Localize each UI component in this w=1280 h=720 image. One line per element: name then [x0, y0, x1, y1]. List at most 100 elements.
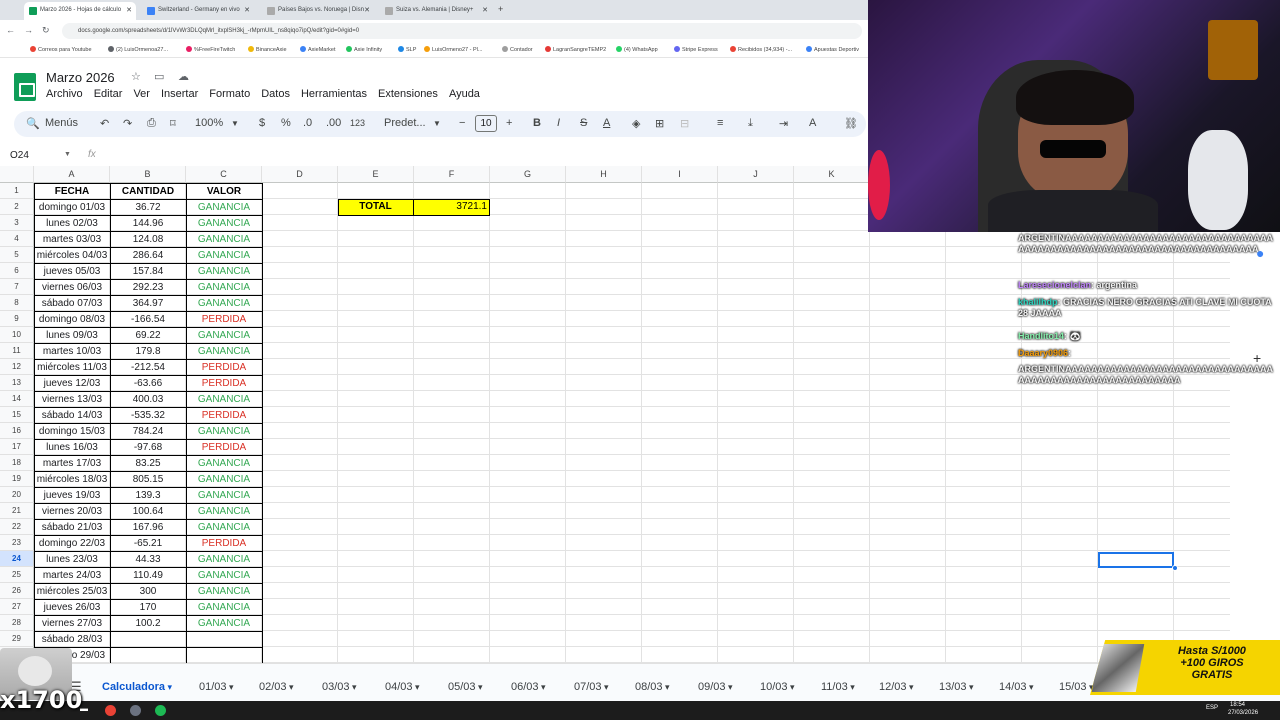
- cantidad-cell[interactable]: 167.96: [110, 520, 186, 536]
- merge-cells-icon[interactable]: ⊟: [680, 117, 689, 130]
- cantidad-cell[interactable]: 100.2: [110, 616, 186, 632]
- row-header[interactable]: 14: [0, 391, 34, 407]
- search-icon[interactable]: 🔍: [26, 117, 40, 130]
- row-header[interactable]: 22: [0, 519, 34, 535]
- valor-cell[interactable]: [186, 648, 262, 663]
- sheet-tab[interactable]: 14/03 ▾: [999, 681, 1034, 693]
- chat-username[interactable]: Laresecionelclan: [1018, 280, 1091, 290]
- valor-cell[interactable]: PERDIDA: [186, 360, 262, 376]
- bookmark-item[interactable]: LuisOrmeno27 - Pl...: [424, 46, 482, 53]
- strikethrough-button[interactable]: S: [580, 117, 587, 129]
- cantidad-cell[interactable]: 286.64: [110, 248, 186, 264]
- bookmark-item[interactable]: LagranSangreTEMP2: [545, 46, 606, 53]
- plus-icon[interactable]: +: [506, 117, 512, 129]
- cantidad-cell[interactable]: 784.24: [110, 424, 186, 440]
- bookmark-item[interactable]: (2) LuisOrmenoa27...: [108, 46, 168, 53]
- cantidad-cell[interactable]: 179.8: [110, 344, 186, 360]
- location-pin-icon[interactable]: ●: [1256, 245, 1264, 261]
- browser-tab[interactable]: Switzerland - Germany en vivo ✕: [142, 2, 254, 20]
- bookmark-item[interactable]: Contador: [502, 46, 533, 53]
- chevron-down-icon[interactable]: ▾: [350, 682, 357, 692]
- fecha-cell[interactable]: lunes 02/03: [34, 216, 110, 232]
- valor-cell[interactable]: PERDIDA: [186, 440, 262, 456]
- clock-date[interactable]: 27/03/2026: [1228, 710, 1258, 716]
- chat-username[interactable]: Daaary0906: [1018, 348, 1068, 358]
- cantidad-cell[interactable]: 100.64: [110, 504, 186, 520]
- valor-cell[interactable]: PERDIDA: [186, 376, 262, 392]
- bookmark-item[interactable]: Apuestas Deportiv: [806, 46, 859, 53]
- print-icon[interactable]: ⎙: [147, 117, 156, 130]
- menu-item[interactable]: Formato: [209, 88, 250, 100]
- rotate-icon[interactable]: A: [809, 117, 816, 129]
- currency-button[interactable]: $: [259, 117, 265, 129]
- valor-cell[interactable]: [186, 632, 262, 648]
- browser-tab[interactable]: Países Bajos vs. Noruega | Disn ✕: [262, 2, 374, 20]
- fecha-cell[interactable]: lunes 09/03: [34, 328, 110, 344]
- column-header[interactable]: D: [262, 166, 338, 183]
- search-menus[interactable]: Menús: [45, 117, 78, 129]
- row-header[interactable]: 24: [0, 551, 34, 567]
- fill-color-icon[interactable]: ◈: [632, 117, 640, 130]
- name-box[interactable]: O24: [10, 150, 29, 161]
- row-header[interactable]: 17: [0, 439, 34, 455]
- chevron-down-icon[interactable]: ▾: [726, 682, 733, 692]
- bookmark-item[interactable]: SLP: [398, 46, 416, 53]
- fecha-cell[interactable]: miércoles 18/03: [34, 472, 110, 488]
- wrap-icon[interactable]: ⇥: [779, 117, 788, 130]
- row-header[interactable]: 19: [0, 471, 34, 487]
- star-icon[interactable]: ☆: [131, 70, 141, 83]
- header-valor[interactable]: VALOR: [186, 184, 262, 200]
- browser-tab[interactable]: Marzo 2026 - Hojas de cálculo ✕: [24, 2, 136, 20]
- header-cantidad[interactable]: CANTIDAD: [110, 184, 186, 200]
- chevron-down-icon[interactable]: ▾: [539, 682, 546, 692]
- cantidad-cell[interactable]: 157.84: [110, 264, 186, 280]
- borders-icon[interactable]: ⊞: [655, 117, 664, 130]
- text-color-button[interactable]: A: [603, 117, 610, 129]
- row-header[interactable]: 9: [0, 311, 34, 327]
- undo-icon[interactable]: ↶: [100, 117, 109, 130]
- chrome-icon[interactable]: [105, 705, 116, 716]
- row-header[interactable]: 12: [0, 359, 34, 375]
- chevron-down-icon[interactable]: ▼: [433, 119, 441, 128]
- sheet-tab[interactable]: 06/03 ▾: [511, 681, 546, 693]
- chevron-down-icon[interactable]: ▾: [476, 682, 483, 692]
- zoom-select[interactable]: 100%: [195, 117, 223, 129]
- chat-username[interactable]: khalilhdp: [1018, 297, 1058, 307]
- add-icon[interactable]: +: [1253, 350, 1261, 366]
- cantidad-cell[interactable]: 139.3: [110, 488, 186, 504]
- cantidad-cell[interactable]: [110, 632, 186, 648]
- row-header[interactable]: 29: [0, 631, 34, 647]
- column-header[interactable]: A: [34, 166, 110, 183]
- row-header[interactable]: 23: [0, 535, 34, 551]
- column-header[interactable]: B: [110, 166, 186, 183]
- fecha-cell[interactable]: jueves 12/03: [34, 376, 110, 392]
- valor-cell[interactable]: PERDIDA: [186, 536, 262, 552]
- valor-cell[interactable]: GANANCIA: [186, 280, 262, 296]
- cantidad-cell[interactable]: -65.21: [110, 536, 186, 552]
- sheet-tab[interactable]: 15/03 ▾: [1059, 681, 1094, 693]
- cantidad-cell[interactable]: 36.72: [110, 200, 186, 216]
- browser-tab[interactable]: Suiza vs. Alemania | Disney+ ✕: [380, 2, 492, 20]
- row-header[interactable]: 28: [0, 615, 34, 631]
- paint-format-icon[interactable]: ⌑: [170, 117, 176, 130]
- column-header[interactable]: E: [338, 166, 414, 183]
- fecha-cell[interactable]: jueves 19/03: [34, 488, 110, 504]
- menu-item[interactable]: Datos: [261, 88, 290, 100]
- number-format-button[interactable]: 123: [350, 118, 365, 128]
- row-header[interactable]: 20: [0, 487, 34, 503]
- menu-item[interactable]: Ayuda: [449, 88, 480, 100]
- menu-item[interactable]: Extensiones: [378, 88, 438, 100]
- italic-button[interactable]: I: [557, 117, 560, 129]
- valor-cell[interactable]: GANANCIA: [186, 424, 262, 440]
- valor-cell[interactable]: GANANCIA: [186, 200, 262, 216]
- fecha-cell[interactable]: miércoles 11/03: [34, 360, 110, 376]
- sheet-tab[interactable]: 01/03 ▾: [199, 681, 234, 693]
- row-header[interactable]: 13: [0, 375, 34, 391]
- row-header[interactable]: 25: [0, 567, 34, 583]
- chevron-down-icon[interactable]: ▾: [413, 682, 420, 692]
- menu-item[interactable]: Archivo: [46, 88, 83, 100]
- valor-cell[interactable]: GANANCIA: [186, 232, 262, 248]
- close-icon[interactable]: ✕: [244, 6, 250, 14]
- fecha-cell[interactable]: martes 17/03: [34, 456, 110, 472]
- valor-cell[interactable]: GANANCIA: [186, 248, 262, 264]
